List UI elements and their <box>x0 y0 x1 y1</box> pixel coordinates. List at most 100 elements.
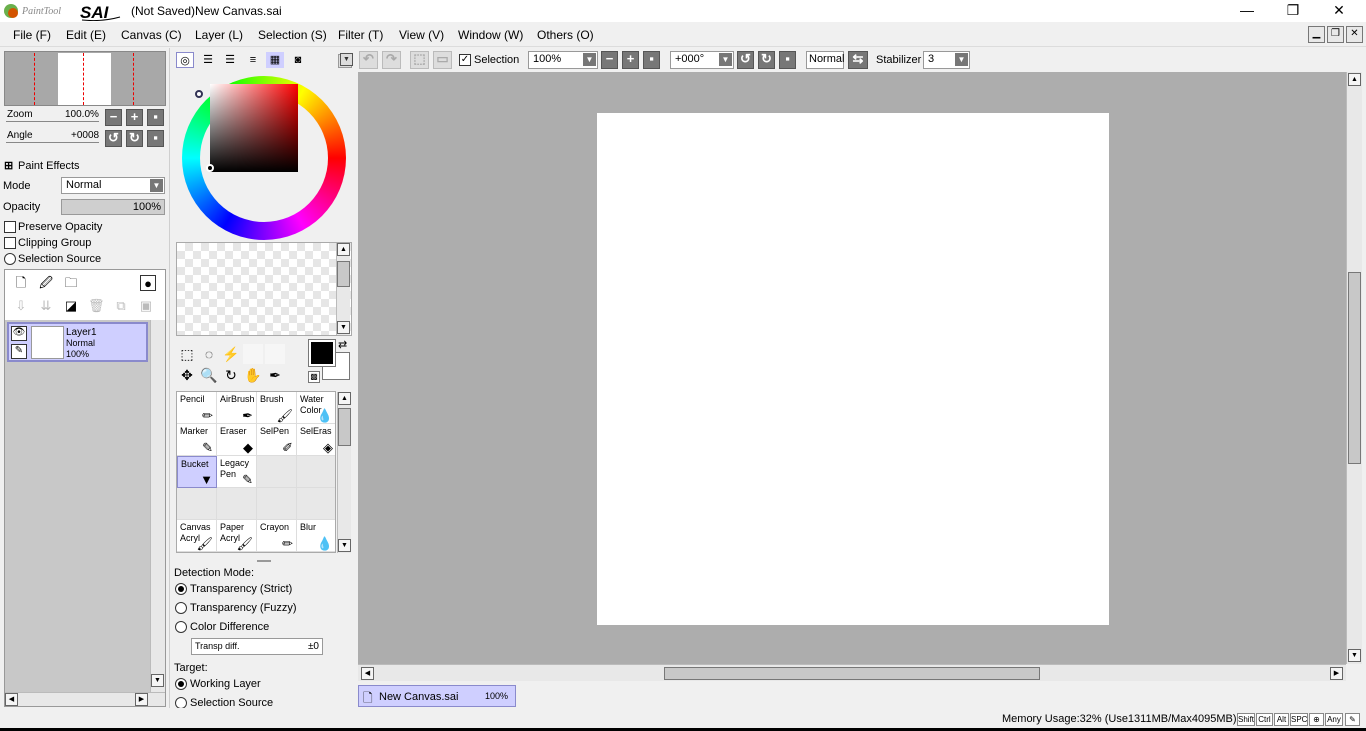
menu-filter[interactable]: Filter (T) <box>338 28 383 42</box>
menu-layer[interactable]: Layer (L) <box>195 28 243 42</box>
scroll-right-icon[interactable]: ▶ <box>135 693 148 706</box>
navigator-preview[interactable] <box>4 51 166 106</box>
new-layer-icon[interactable]: 🗋 <box>13 275 29 291</box>
undo-icon[interactable]: ↶ <box>359 51 378 69</box>
tool-eraser[interactable]: Eraser ◆ <box>217 424 257 456</box>
restore-button[interactable]: ❐ <box>1270 0 1316 22</box>
working-layer-radio[interactable] <box>175 678 187 690</box>
eye-icon[interactable]: 👁 <box>11 326 27 341</box>
layer-row[interactable]: 👁 ✎ Layer1 Normal 100% <box>7 322 148 362</box>
color-mixer-tab-icon[interactable]: ≡ <box>244 52 262 68</box>
menu-window[interactable]: Window (W) <box>458 28 523 42</box>
swap-colors-icon[interactable]: ⇄ <box>338 338 347 351</box>
move-icon[interactable]: ✥ <box>177 365 197 385</box>
selection-source-radio[interactable] <box>4 253 16 265</box>
hand-icon[interactable]: ✋ <box>243 365 263 385</box>
tool-blur[interactable]: Blur 💧 <box>297 520 335 552</box>
zoom-slider[interactable] <box>6 121 99 122</box>
redo-icon[interactable]: ↷ <box>382 51 401 69</box>
tool-seleras[interactable]: SelEras ◈ <box>297 424 335 456</box>
transp-diff-slider[interactable]: Transp diff. ±0 <box>191 638 323 655</box>
blend-mode-select[interactable]: Normal <box>806 51 844 69</box>
panel-resize-handle[interactable] <box>257 560 271 562</box>
rotate-left-button[interactable]: ↺ <box>105 130 122 147</box>
canvas-viewport[interactable] <box>358 72 1346 664</box>
menu-file[interactable]: File (F) <box>13 28 51 42</box>
menu-selection[interactable]: Selection (S) <box>258 28 327 42</box>
selection-checkbox[interactable]: ✓ <box>459 54 471 66</box>
tool-pencil[interactable]: Pencil ✏ <box>177 392 217 424</box>
swatch-grid[interactable] <box>176 242 352 336</box>
mdi-close-button[interactable]: ✕ <box>1346 26 1363 43</box>
rotate-right-button[interactable]: ↻ <box>126 130 143 147</box>
zoom-reset-toolbar-button[interactable]: ▪ <box>643 51 660 69</box>
scroll-up-icon[interactable]: ▲ <box>1348 73 1361 86</box>
color-wheel-tab-icon[interactable]: ◎ <box>176 52 194 68</box>
angle-select[interactable]: +000° ▼ <box>670 51 734 69</box>
stabilizer-select[interactable]: 3 ▼ <box>923 51 970 69</box>
lasso-icon[interactable]: ◌ <box>199 344 219 364</box>
scroll-left-icon[interactable]: ◀ <box>361 667 374 680</box>
new-linework-layer-icon[interactable]: 🖉 <box>38 275 54 291</box>
zoom-select[interactable]: 100% ▼ <box>528 51 598 69</box>
scroll-thumb[interactable] <box>337 261 350 287</box>
transfer-down-icon[interactable]: ⇩ <box>13 298 29 314</box>
swatch-scrollbar[interactable]: ▲ ▼ <box>336 243 350 335</box>
clipping-group-checkbox[interactable] <box>4 237 16 249</box>
scroll-down-icon[interactable]: ▼ <box>151 674 164 687</box>
rotate-right-toolbar-button[interactable]: ↻ <box>758 51 775 69</box>
hsv-slider-tab-icon[interactable]: ☰ <box>221 52 239 68</box>
scroll-thumb[interactable] <box>338 408 351 446</box>
swatches-tab-icon[interactable]: ▦ <box>266 52 284 68</box>
menu-canvas[interactable]: Canvas (C) <box>121 28 182 42</box>
scroll-down-icon[interactable]: ▼ <box>337 321 350 334</box>
color-marker[interactable] <box>206 164 214 172</box>
rotate-reset-button[interactable]: ▪ <box>147 130 164 147</box>
menu-others[interactable]: Others (O) <box>537 28 594 42</box>
rgb-slider-tab-icon[interactable]: ☰ <box>199 52 217 68</box>
clear-layer-icon[interactable]: ◪ <box>63 298 79 314</box>
tool-canvas-acryl[interactable]: Canvas Acryl 🖌 <box>177 520 217 552</box>
zoom-in-button[interactable]: + <box>126 109 143 126</box>
scroll-down-icon[interactable]: ▼ <box>338 539 351 552</box>
scroll-up-icon[interactable]: ▲ <box>338 392 351 405</box>
tool-bucket[interactable]: Bucket ▼ <box>177 456 217 488</box>
zoom-out-toolbar-button[interactable]: − <box>601 51 618 69</box>
apply-mask-icon[interactable]: ⧉ <box>113 298 129 314</box>
color-difference-radio[interactable] <box>175 621 187 633</box>
menu-edit[interactable]: Edit (E) <box>66 28 106 42</box>
tool-legacy-pen[interactable]: Legacy Pen ✎ <box>217 456 257 488</box>
mask-icon[interactable]: ▣ <box>138 298 154 314</box>
deselect-icon[interactable]: ⬚ <box>410 51 429 69</box>
tool-marker[interactable]: Marker ✎ <box>177 424 217 456</box>
canvas-horizontal-scrollbar[interactable]: ◀ ▶ <box>358 664 1346 681</box>
rotate-left-toolbar-button[interactable]: ↺ <box>737 51 754 69</box>
canvas-paper[interactable] <box>597 113 1109 625</box>
scroll-down-icon[interactable]: ▼ <box>1348 649 1361 662</box>
fuzzy-radio[interactable] <box>175 602 187 614</box>
scroll-thumb[interactable] <box>664 667 1040 680</box>
tool-paper-acryl[interactable]: Paper Acryl 🖌 <box>217 520 257 552</box>
zoom-icon[interactable]: 🔍 <box>199 365 219 385</box>
hue-marker[interactable] <box>195 90 203 98</box>
tool-water-color[interactable]: Water Color 💧 <box>297 392 335 424</box>
layer-horizontal-scrollbar[interactable]: ◀ ▶ <box>5 692 165 706</box>
tool-selpen[interactable]: SelPen ✐ <box>257 424 297 456</box>
paint-effects-label[interactable]: Paint Effects <box>18 160 80 172</box>
preserve-opacity-checkbox[interactable] <box>4 221 16 233</box>
plus-icon[interactable]: ⊞ <box>4 159 13 172</box>
layer-vertical-scrollbar[interactable]: ▼ <box>150 320 165 692</box>
rotate-reset-toolbar-button[interactable]: ▪ <box>779 51 796 69</box>
tool-airbrush[interactable]: AirBrush ✒ <box>217 392 257 424</box>
tool-grid-scrollbar[interactable]: ▲ ▼ <box>337 392 351 553</box>
mdi-minimize-button[interactable]: ▁ <box>1308 26 1325 43</box>
document-tab[interactable]: 🗋 New Canvas.sai 100% <box>358 685 516 707</box>
mdi-restore-button[interactable]: ❐ <box>1327 26 1344 43</box>
foreground-color-swatch[interactable] <box>308 339 336 367</box>
scroll-up-icon[interactable]: ▲ <box>337 243 350 256</box>
strict-radio[interactable] <box>175 583 187 595</box>
saturation-value-square[interactable] <box>206 84 298 172</box>
toolbar-menu-icon[interactable]: ▼ <box>340 53 353 66</box>
zoom-out-button[interactable]: − <box>105 109 122 126</box>
scroll-right-icon[interactable]: ▶ <box>1330 667 1343 680</box>
